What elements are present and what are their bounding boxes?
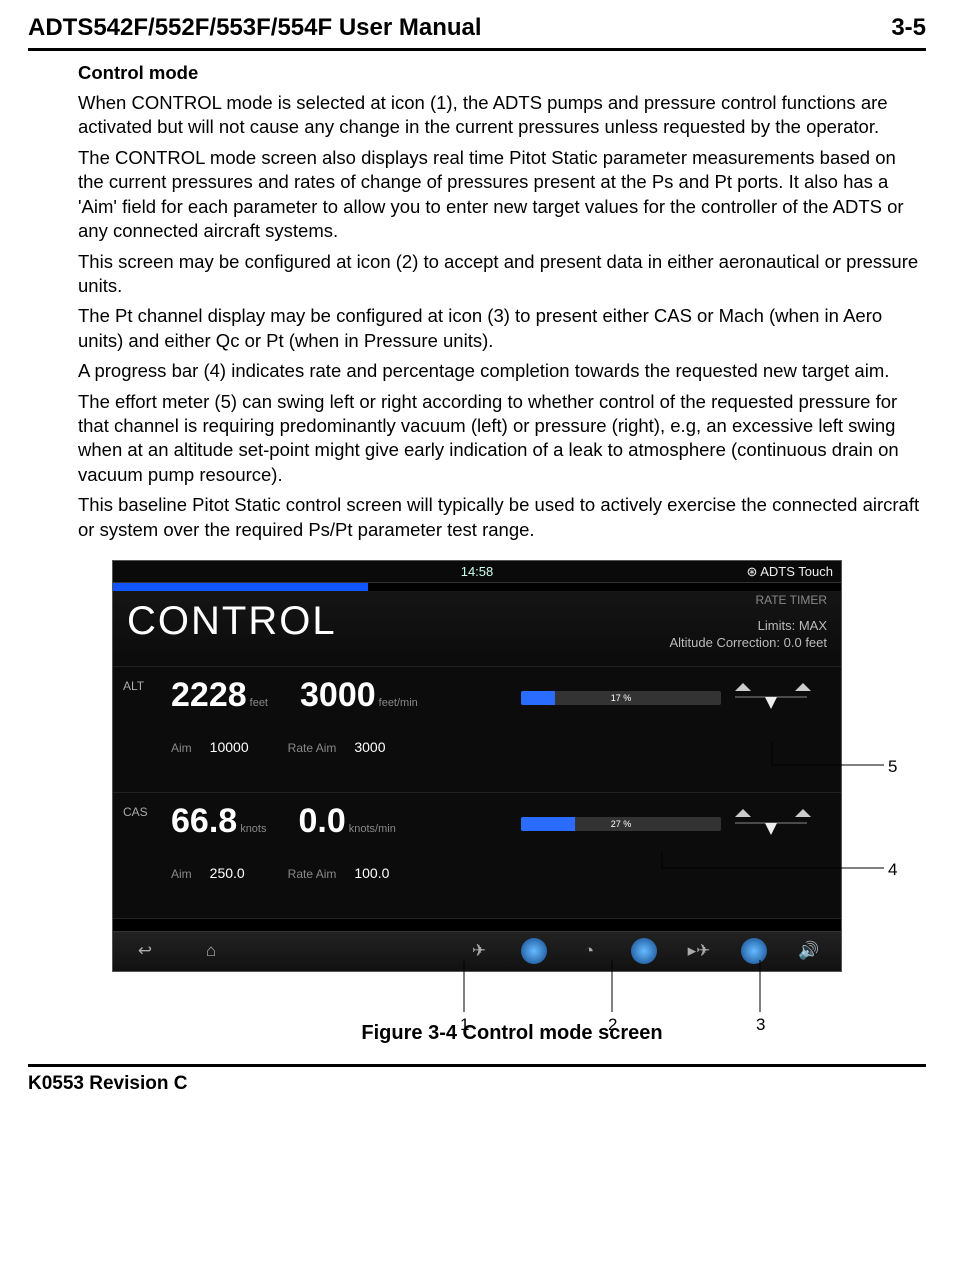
cas-aim-field[interactable]: 250.0 <box>210 864 270 882</box>
cas-progress-bar: 27 % <box>521 817 721 831</box>
alt-progress-bar: 17 % <box>521 691 721 705</box>
units-toggle[interactable] <box>631 938 657 964</box>
channel-label: CAS <box>113 793 171 918</box>
channel-cas: CAS 66.8knots 0.0 knots/min Aim 250.0 Rat… <box>113 793 841 919</box>
alt-aim-field[interactable]: 10000 <box>210 738 270 756</box>
channel-alt: ALT 2228feet 3000feet/min Aim 10000 Rate… <box>113 667 841 793</box>
aim-label: Aim <box>171 741 192 757</box>
bottom-toolbar: ↩ ⌂ ✈ ◔ ▸✈ 🔊 <box>113 931 841 971</box>
speaker-icon[interactable]: 🔊 <box>785 937 833 965</box>
cas-effort-meter <box>731 805 811 841</box>
alt-rate-value: 3000 <box>300 676 376 714</box>
limits-block: Limits: MAX Altitude Correction: 0.0 fee… <box>669 617 827 651</box>
cas-rate-value: 0.0 <box>298 802 345 840</box>
manual-title: ADTS542F/552F/553F/554F User Manual <box>28 12 482 44</box>
rate-aim-label: Rate Aim <box>288 741 337 757</box>
title-area: RATE TIMER CONTROL Limits: MAX Altitude … <box>113 591 841 667</box>
section-heading: Control mode <box>78 61 926 85</box>
rate-timer-label: RATE TIMER <box>755 593 827 609</box>
cas-progress-pct: 27 % <box>521 817 721 831</box>
cas-unit: knots <box>240 823 266 835</box>
status-bar: 14:58 ⊛ ADTS Touch <box>113 561 841 583</box>
page-number: 3-5 <box>891 12 926 44</box>
brand-label: ⊛ ADTS Touch <box>746 561 833 583</box>
ge-logo-icon: ⊛ <box>746 564 757 579</box>
alt-effort-meter <box>731 679 811 715</box>
cas-rate-unit: knots/min <box>349 823 396 835</box>
home-icon[interactable]: ⌂ <box>187 937 235 965</box>
alt-correction-line: Altitude Correction: 0.0 feet <box>669 634 827 651</box>
body-para: This baseline Pitot Static control scree… <box>78 493 926 542</box>
control-mode-toggle[interactable] <box>521 938 547 964</box>
body-para: This screen may be configured at icon (2… <box>78 250 926 299</box>
figure-wrapper: 14:58 ⊛ ADTS Touch RATE TIMER CONTROL Li… <box>112 560 912 1046</box>
back-icon[interactable]: ↩ <box>121 937 169 965</box>
alt-value: 2228 <box>171 676 247 714</box>
pt-display-toggle[interactable] <box>741 938 767 964</box>
brand-text: ADTS Touch <box>760 564 833 579</box>
cas-rate-aim-field[interactable]: 100.0 <box>354 864 414 882</box>
gauge-icon[interactable]: ◔ <box>565 937 613 965</box>
alt-airspeed-icon[interactable]: ▸✈ <box>675 937 723 965</box>
alt-rate-aim-field[interactable]: 3000 <box>354 738 414 756</box>
limits-line: Limits: MAX <box>669 617 827 634</box>
footer-revision: K0553 Revision C <box>28 1064 926 1096</box>
callout-5: 5 <box>888 756 897 778</box>
body-para: When CONTROL mode is selected at icon (1… <box>78 91 926 140</box>
callout-4: 4 <box>888 859 897 881</box>
aim-label: Aim <box>171 867 192 883</box>
rate-aim-label: Rate Aim <box>288 867 337 883</box>
device-screen: 14:58 ⊛ ADTS Touch RATE TIMER CONTROL Li… <box>112 560 842 972</box>
alt-unit: feet <box>250 697 268 709</box>
body-para: The CONTROL mode screen also displays re… <box>78 146 926 244</box>
aircraft-icon[interactable]: ✈ <box>455 937 503 965</box>
body-para: The effort meter (5) can swing left or r… <box>78 390 926 488</box>
cas-value: 66.8 <box>171 802 237 840</box>
clock: 14:58 <box>461 564 494 579</box>
page-header: ADTS542F/552F/553F/554F User Manual 3-5 <box>28 12 926 51</box>
body-para: The Pt channel display may be configured… <box>78 304 926 353</box>
body-para: A progress bar (4) indicates rate and pe… <box>78 359 926 383</box>
channel-label: ALT <box>113 667 171 792</box>
alt-progress-pct: 17 % <box>521 691 721 705</box>
figure-caption: Figure 3-4 Control mode screen <box>112 1020 912 1046</box>
top-progress-strip <box>113 583 368 591</box>
alt-rate-unit: feet/min <box>379 697 418 709</box>
